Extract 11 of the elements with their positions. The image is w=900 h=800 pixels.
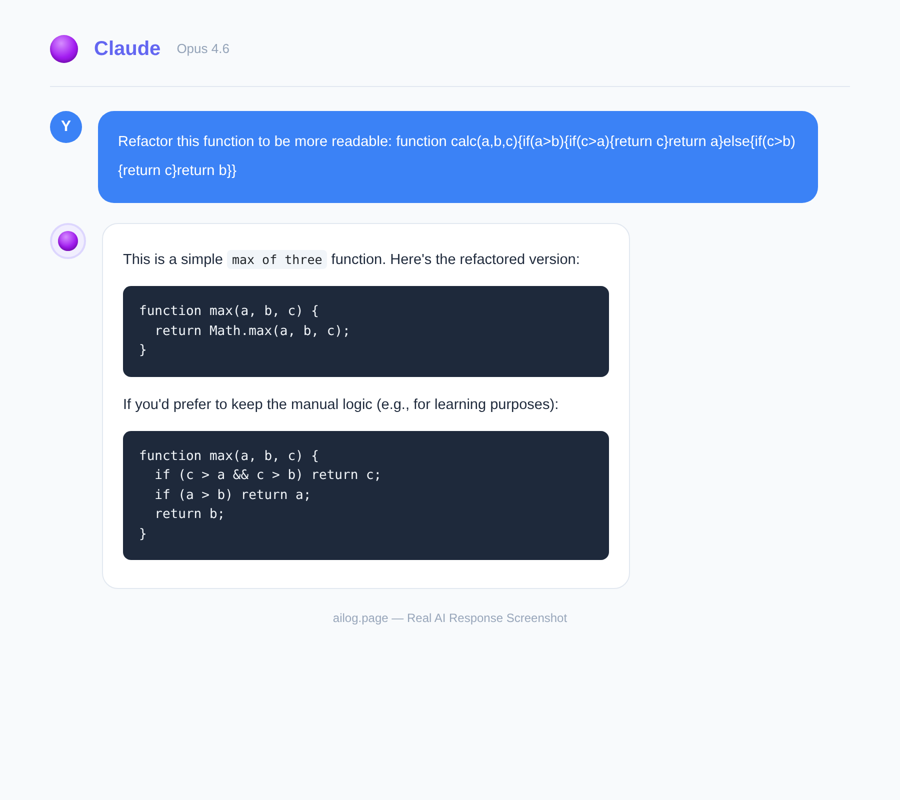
user-avatar: Y bbox=[50, 111, 82, 143]
message-paragraph: If you'd prefer to keep the manual logic (e.g., for learning purposes): bbox=[123, 396, 560, 414]
logo-icon bbox=[58, 231, 78, 251]
model-label: Opus 4.6 bbox=[176, 40, 230, 58]
code-block: function max(a, b, c) { return Math.max(a, b, c); } bbox=[123, 286, 609, 376]
app-title: Claude bbox=[94, 37, 161, 62]
code-block: function max(a, b, c) { if (c > a && c > b) return c; if (a > b) return a; return b; } bbox=[123, 430, 609, 560]
footer-text: ailog.page — Real AI Response Screenshot bbox=[332, 610, 568, 627]
logo-icon bbox=[50, 35, 78, 63]
message-paragraph: This is a simple max of three function. Here's the refactored version: bbox=[123, 249, 581, 271]
user-message: Refactor this function to be more readable: function calc(a,b,c){if(a>b){if(c>a){return c}return a}else{if(c>b){return c}return b}} bbox=[98, 111, 818, 203]
